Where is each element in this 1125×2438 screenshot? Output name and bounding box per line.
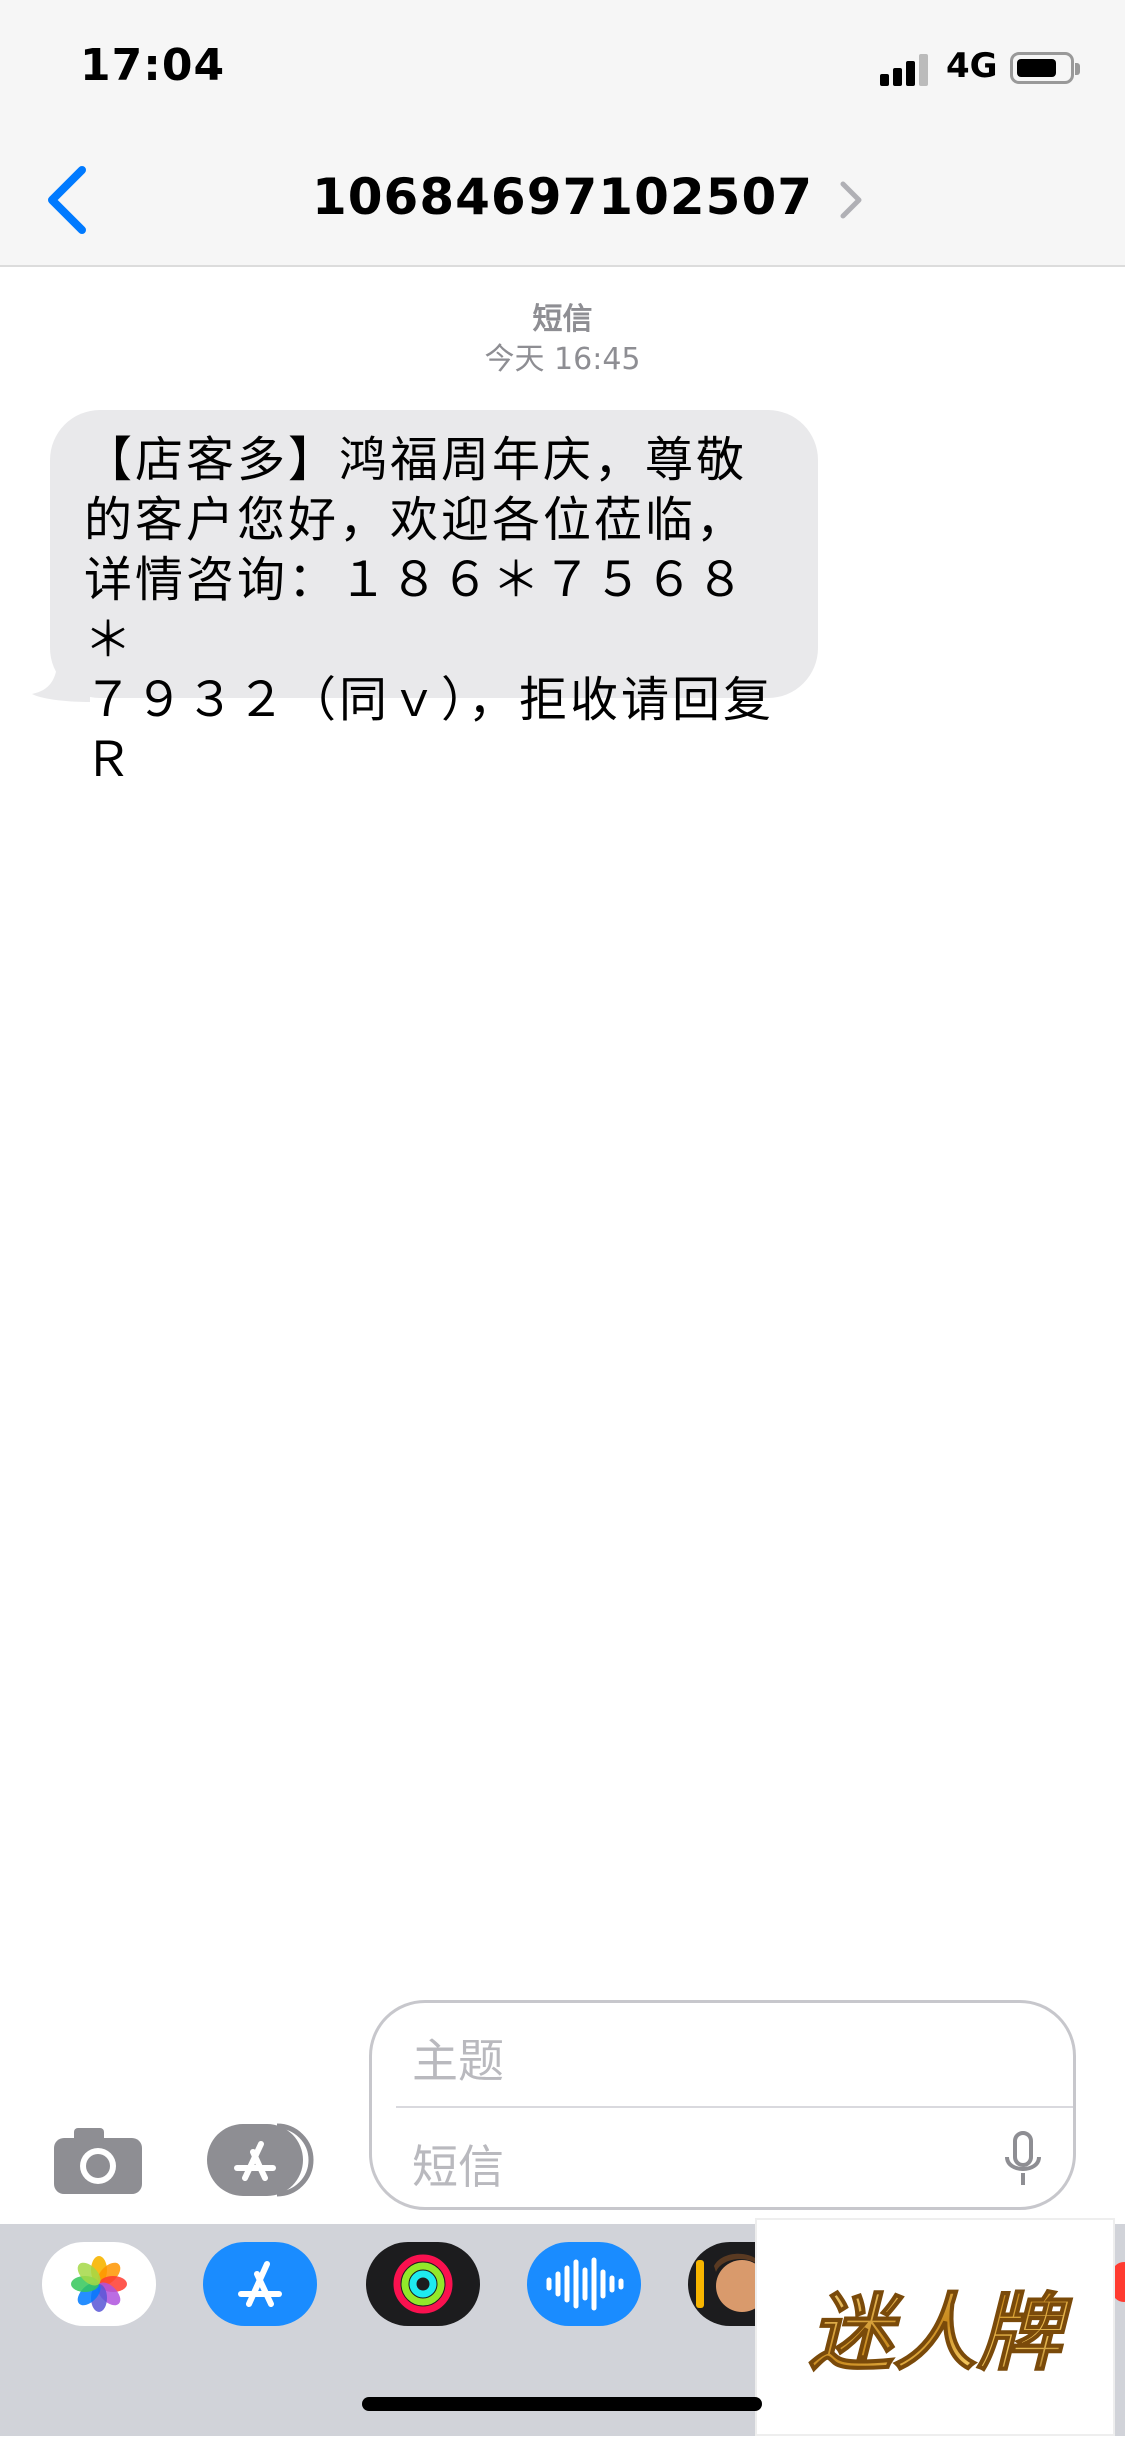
subject-input[interactable]: 主题 (412, 2025, 504, 2091)
battery-icon (1010, 52, 1080, 84)
message-input[interactable]: 短信 (412, 2131, 504, 2197)
contact-number: 10684697102507 (311, 168, 814, 226)
message-line: ７９３２（同ｖ），拒收请回复Ｒ (84, 672, 775, 788)
message-line: 【店客多】鸿福周年庆，尊敬 (84, 432, 748, 488)
service-label: 短信 (532, 302, 593, 337)
watermark-logo: 迷人牌 (755, 2218, 1115, 2436)
composer-divider (396, 2106, 1073, 2108)
audio-message-icon[interactable] (527, 2242, 641, 2326)
received-message-bubble[interactable]: 【店客多】鸿福周年庆，尊敬 的客户您好，欢迎各位莅临， 详情咨询：１８６＊７５６… (50, 410, 818, 788)
photos-icon[interactable] (42, 2242, 156, 2326)
camera-icon[interactable] (52, 2124, 144, 2196)
app-store-icon[interactable] (203, 2242, 317, 2326)
microphone-icon[interactable] (1003, 2129, 1043, 2189)
network-type: 4G (946, 46, 998, 86)
signal-strength-icon (880, 52, 932, 86)
status-time: 17:04 (80, 40, 226, 91)
contact-header[interactable]: 10684697102507 (0, 168, 1125, 226)
navigation-bar: 17:04 4G 10684697102507 (0, 0, 1125, 267)
watermark-text: 迷人牌 (809, 2284, 1073, 2382)
activity-icon[interactable] (366, 2242, 480, 2326)
home-indicator[interactable] (362, 2397, 762, 2411)
message-line: 详情咨询：１８６＊７５６８＊ (84, 552, 748, 668)
message-meta: 短信 今天 16:45 (0, 300, 1125, 380)
message-timestamp: 今天 16:45 (484, 342, 641, 377)
message-line: 的客户您好，欢迎各位莅临， (84, 492, 748, 548)
message-composer[interactable]: 主题 短信 (369, 2000, 1076, 2210)
chevron-right-icon (840, 181, 862, 219)
app-store-button-icon[interactable] (207, 2122, 319, 2198)
